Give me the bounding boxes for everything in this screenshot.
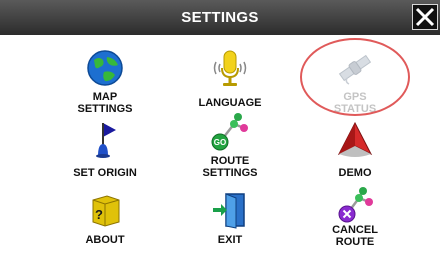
svg-text:?: ? (95, 207, 103, 222)
highlight-circle (300, 38, 410, 116)
cancel-route-label: CANCEL ROUTE (332, 224, 378, 248)
about-button[interactable]: ? ABOUT (45, 190, 165, 260)
set-origin-button[interactable]: SET ORIGIN (45, 120, 165, 190)
about-label: ABOUT (85, 234, 125, 246)
demo-button[interactable]: DEMO (295, 120, 415, 190)
settings-window: SETTINGS MAP SETTINGS LANGUAGE GPS STATU… (0, 0, 440, 252)
set-origin-label: SET ORIGIN (73, 167, 137, 179)
close-button[interactable] (412, 4, 438, 30)
demo-label: DEMO (338, 167, 372, 179)
exit-button[interactable]: EXIT (170, 190, 290, 260)
language-label: LANGUAGE (198, 97, 262, 109)
cancel-route-icon (338, 187, 373, 223)
cancel-route-button[interactable]: CANCEL ROUTE (295, 186, 415, 256)
title-bar: SETTINGS (0, 0, 440, 35)
demo-arrow-icon (337, 121, 373, 157)
route-settings-button[interactable]: GO ROUTE SETTINGS (170, 112, 290, 182)
map-settings-button[interactable]: MAP SETTINGS (45, 48, 165, 118)
map-settings-label: MAP SETTINGS (77, 91, 133, 115)
svg-text:GO: GO (214, 138, 226, 147)
language-button[interactable]: LANGUAGE (170, 48, 290, 118)
globe-icon (87, 50, 123, 86)
exit-label: EXIT (217, 234, 243, 246)
microphone-icon (213, 50, 247, 86)
route-nodes-icon: GO (211, 113, 248, 151)
window-title: SETTINGS (181, 9, 259, 26)
flag-icon (96, 123, 116, 158)
exit-door-icon (213, 193, 245, 229)
question-block-icon: ? (92, 195, 120, 227)
route-settings-label: ROUTE SETTINGS (202, 155, 258, 179)
close-x-icon (415, 7, 435, 27)
